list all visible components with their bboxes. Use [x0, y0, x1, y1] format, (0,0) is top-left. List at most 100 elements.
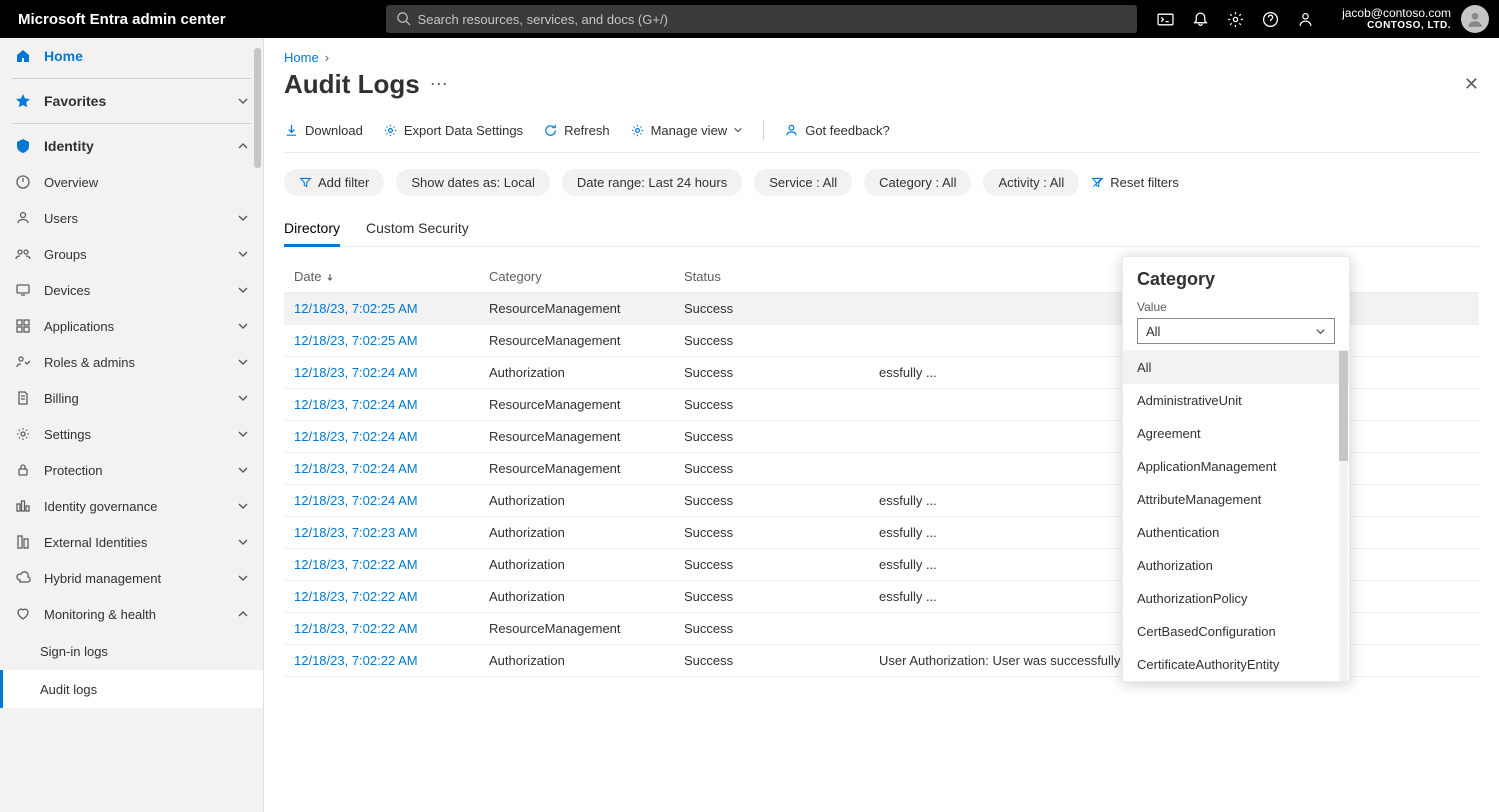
row-category: Authorization — [489, 525, 684, 540]
popup-scroll-thumb[interactable] — [1339, 351, 1348, 461]
sidebar-identity-label: Identity — [44, 138, 94, 154]
range-pill[interactable]: Date range: Last 24 hours — [562, 169, 742, 196]
row-date-link[interactable]: 12/18/23, 7:02:24 AM — [294, 429, 489, 444]
sidebar-item-monitoring-health[interactable]: Monitoring & health — [0, 596, 263, 632]
th-status[interactable]: Status — [684, 269, 879, 284]
service-pill[interactable]: Service : All — [754, 169, 852, 196]
user-block[interactable]: jacob@contoso.com CONTOSO, LTD. — [1342, 5, 1489, 33]
nav-icon — [14, 282, 32, 298]
sidebar-item-overview[interactable]: Overview — [0, 164, 263, 200]
popup-selected-value: All — [1146, 324, 1160, 339]
sidebar-item-users[interactable]: Users — [0, 200, 263, 236]
row-date-link[interactable]: 12/18/23, 7:02:22 AM — [294, 589, 489, 604]
sidebar-sub-signin[interactable]: Sign-in logs — [0, 632, 263, 670]
refresh-button[interactable]: Refresh — [543, 123, 610, 138]
popup-option[interactable]: AuthorizationPolicy — [1123, 582, 1349, 615]
sidebar-favorites[interactable]: Favorites — [0, 83, 263, 119]
main-content: Home › Audit Logs ⋯ ✕ Download Export Da… — [264, 38, 1499, 812]
sidebar-item-identity-governance[interactable]: Identity governance — [0, 488, 263, 524]
sidebar-item-protection[interactable]: Protection — [0, 452, 263, 488]
nav-icon — [14, 318, 32, 334]
sidebar-item-external-identities[interactable]: External Identities — [0, 524, 263, 560]
nav-label: Users — [44, 211, 78, 226]
row-status: Success — [684, 333, 879, 348]
tab-custom[interactable]: Custom Security — [366, 212, 469, 246]
popup-option[interactable]: Authorization — [1123, 549, 1349, 582]
help-icon[interactable] — [1262, 11, 1279, 28]
sidebar-item-settings[interactable]: Settings — [0, 416, 263, 452]
row-date-link[interactable]: 12/18/23, 7:02:24 AM — [294, 365, 489, 380]
sidebar-item-devices[interactable]: Devices — [0, 272, 263, 308]
popup-option[interactable]: All — [1123, 351, 1349, 384]
nav-icon — [14, 534, 32, 550]
row-date-link[interactable]: 12/18/23, 7:02:24 AM — [294, 397, 489, 412]
nav-label: Settings — [44, 427, 91, 442]
scrollbar-thumb[interactable] — [254, 48, 261, 168]
nav-label: Devices — [44, 283, 90, 298]
sidebar-item-hybrid-management[interactable]: Hybrid management — [0, 560, 263, 596]
sidebar-item-roles-admins[interactable]: Roles & admins — [0, 344, 263, 380]
row-category: ResourceManagement — [489, 621, 684, 636]
chevron-down-icon — [1315, 326, 1326, 337]
page-title: Audit Logs — [284, 69, 420, 100]
cloud-shell-icon[interactable] — [1157, 11, 1174, 28]
reset-filters-button[interactable]: Reset filters — [1091, 175, 1179, 190]
chevron-down-icon — [237, 95, 249, 107]
sidebar-item-applications[interactable]: Applications — [0, 308, 263, 344]
sidebar-sub-audit[interactable]: Audit logs — [0, 670, 263, 708]
download-button[interactable]: Download — [284, 123, 363, 138]
popup-option[interactable]: ApplicationManagement — [1123, 450, 1349, 483]
search-input[interactable] — [386, 5, 1138, 33]
chevron-icon — [237, 284, 249, 296]
sidebar-home[interactable]: Home — [0, 38, 263, 74]
manage-view-button[interactable]: Manage view — [630, 123, 744, 138]
row-category: Authorization — [489, 653, 684, 668]
popup-option[interactable]: CertBasedConfiguration — [1123, 615, 1349, 648]
feedback-icon[interactable] — [1297, 11, 1314, 28]
more-actions-icon[interactable]: ⋯ — [430, 74, 448, 95]
popup-option[interactable]: AttributeManagement — [1123, 483, 1349, 516]
dates-pill[interactable]: Show dates as: Local — [396, 169, 550, 196]
row-date-link[interactable]: 12/18/23, 7:02:24 AM — [294, 493, 489, 508]
top-icons: jacob@contoso.com CONTOSO, LTD. — [1137, 5, 1489, 33]
row-date-link[interactable]: 12/18/23, 7:02:22 AM — [294, 557, 489, 572]
row-date-link[interactable]: 12/18/23, 7:02:25 AM — [294, 301, 489, 316]
export-button[interactable]: Export Data Settings — [383, 123, 523, 138]
activity-pill[interactable]: Activity : All — [983, 169, 1079, 196]
chevron-icon — [237, 356, 249, 368]
row-date-link[interactable]: 12/18/23, 7:02:23 AM — [294, 525, 489, 540]
popup-option[interactable]: Authentication — [1123, 516, 1349, 549]
notifications-icon[interactable] — [1192, 11, 1209, 28]
popup-select[interactable]: All — [1137, 318, 1335, 344]
th-category[interactable]: Category — [489, 269, 684, 284]
row-date-link[interactable]: 12/18/23, 7:02:25 AM — [294, 333, 489, 348]
row-status: Success — [684, 589, 879, 604]
popup-option[interactable]: AdministrativeUnit — [1123, 384, 1349, 417]
sidebar-item-groups[interactable]: Groups — [0, 236, 263, 272]
row-date-link[interactable]: 12/18/23, 7:02:22 AM — [294, 653, 489, 668]
nav-label: Protection — [44, 463, 103, 478]
popup-value-label: Value — [1123, 300, 1349, 314]
download-label: Download — [305, 123, 363, 138]
popup-option[interactable]: CertificateAuthorityEntity — [1123, 648, 1349, 681]
bc-home[interactable]: Home — [284, 50, 319, 65]
sidebar-identity[interactable]: Identity — [0, 128, 263, 164]
tab-directory[interactable]: Directory — [284, 212, 340, 247]
row-date-link[interactable]: 12/18/23, 7:02:22 AM — [294, 621, 489, 636]
row-date-link[interactable]: 12/18/23, 7:02:24 AM — [294, 461, 489, 476]
sidebar-home-label: Home — [44, 48, 83, 64]
user-email: jacob@contoso.com — [1342, 6, 1451, 20]
sidebar: Home Favorites Identity Overview Users Gro… — [0, 38, 264, 812]
th-date[interactable]: Date — [294, 269, 489, 284]
feedback-button[interactable]: Got feedback? — [784, 123, 890, 138]
settings-icon[interactable] — [1227, 11, 1244, 28]
search-icon — [396, 11, 411, 26]
nav-label: Hybrid management — [44, 571, 161, 586]
sidebar-item-billing[interactable]: Billing — [0, 380, 263, 416]
popup-option[interactable]: Agreement — [1123, 417, 1349, 450]
close-icon[interactable]: ✕ — [1464, 74, 1479, 95]
search-wrap — [386, 5, 1138, 33]
category-pill[interactable]: Category : All — [864, 169, 971, 196]
add-filter-pill[interactable]: Add filter — [284, 169, 384, 196]
row-status: Success — [684, 557, 879, 572]
